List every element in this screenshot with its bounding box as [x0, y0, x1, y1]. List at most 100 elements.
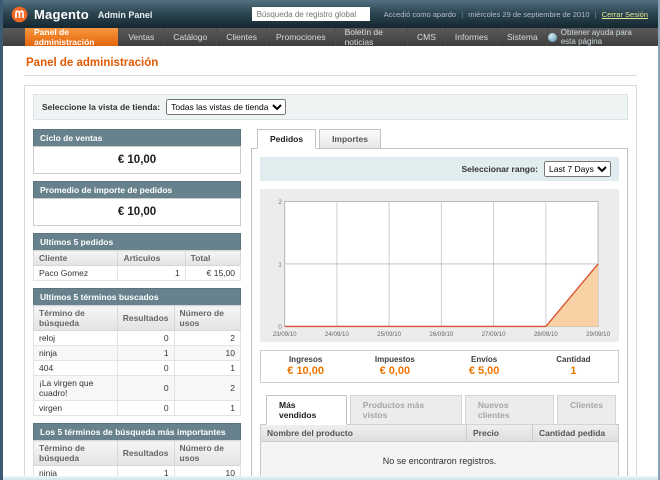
svg-text:28/09/10: 28/09/10	[534, 331, 558, 338]
total-label: Ingresos	[261, 355, 350, 364]
cell-term: 404	[34, 361, 118, 376]
table-row[interactable]: Paco Gomez 1 € 15,00	[34, 266, 241, 281]
cell-uses: 2	[174, 331, 240, 346]
cell-items: 1	[118, 266, 185, 281]
svg-text:25/09/10: 25/09/10	[377, 331, 401, 338]
range-label: Seleccionar rango:	[461, 164, 538, 174]
total-value: 1	[529, 365, 618, 377]
nav-item-newsletter[interactable]: Boletín de noticias	[336, 28, 408, 46]
col-header: Término de búsqueda	[34, 306, 118, 331]
last-orders-card: Ultimos 5 pedidos Cliente Articulos Tota…	[33, 233, 241, 281]
orders-chart-svg: 01223/09/1024/09/1025/09/1026/09/1027/09…	[266, 194, 613, 341]
total-value: € 5,00	[440, 365, 529, 377]
svg-text:0: 0	[278, 324, 282, 331]
cell-results: 0	[117, 376, 174, 401]
col-price: Precio	[466, 425, 532, 441]
tab-amounts[interactable]: Importes	[319, 129, 381, 149]
total-revenue: Ingresos € 10,00	[261, 355, 350, 377]
cell-term: ¡La virgen que cuadro!	[34, 376, 118, 401]
nav-item-sales[interactable]: Ventas	[119, 28, 164, 46]
empty-records-message: No se encontraron registros.	[261, 442, 618, 476]
last-orders-table: Cliente Articulos Total Paco Gomez 1 € 1…	[33, 250, 241, 281]
nav-item-catalog[interactable]: Catálogo	[164, 28, 217, 46]
logout-link[interactable]: Cerrar Sesión	[602, 10, 648, 19]
nav-item-system[interactable]: Sistema	[498, 28, 548, 46]
dashboard-container: Seleccione la vista de tienda: Todas las…	[24, 85, 637, 476]
page-frame: Magento Admin Panel Accedió como apardo …	[0, 0, 660, 480]
right-column: Pedidos Importes Seleccionar rango: Last…	[251, 129, 628, 476]
total-tax: Impuestos € 0,00	[350, 355, 439, 377]
svg-text:29/09/10: 29/09/10	[586, 331, 610, 338]
store-view-label: Seleccione la vista de tienda:	[42, 102, 160, 112]
tab-new-customers[interactable]: Nuevos clientes	[465, 395, 554, 425]
nav-item-promotions[interactable]: Promociones	[267, 28, 336, 46]
total-label: Envíos	[440, 355, 529, 364]
global-search-input[interactable]	[252, 7, 370, 21]
range-select[interactable]: Last 7 Days	[544, 161, 611, 177]
cell-uses: 10	[174, 466, 240, 477]
left-column: Ciclo de ventas € 10,00 Promedio de impo…	[33, 129, 241, 476]
total-label: Cantidad	[529, 355, 618, 364]
last-search-table: Término de búsqueda Resultados Número de…	[33, 305, 241, 416]
table-row[interactable]: reloj 0 2	[34, 331, 241, 346]
separator: |	[461, 10, 463, 19]
cell-results: 1	[117, 466, 174, 477]
col-header: Articulos	[118, 251, 185, 266]
get-help-link[interactable]: Obtener ayuda para esta página	[548, 28, 658, 46]
col-header: Resultados	[117, 306, 174, 331]
table-row[interactable]: ninja 1 10	[34, 346, 241, 361]
col-header: Término de búsqueda	[34, 441, 118, 466]
col-quantity: Cantidad pedida	[532, 425, 618, 441]
cell-customer: Paco Gomez	[34, 266, 118, 281]
top-search-card: Los 5 términos de búsqueda más important…	[33, 423, 241, 476]
col-header: Resultados	[117, 441, 174, 466]
tab-most-viewed[interactable]: Productos más vistos	[350, 395, 462, 425]
page-title: Panel de administración	[24, 54, 637, 76]
last-orders-title: Ultimos 5 pedidos	[33, 233, 241, 250]
content-area: Panel de administración Seleccione la vi…	[3, 46, 658, 476]
nav-item-cms[interactable]: CMS	[408, 28, 446, 46]
lifetime-sales-card: Ciclo de ventas € 10,00	[33, 129, 241, 174]
diagram-tabs: Pedidos Importes	[257, 129, 628, 149]
logged-in-text: Accedió como apardo	[384, 10, 457, 19]
table-row[interactable]: ninja 1 10	[34, 466, 241, 477]
table-row[interactable]: ¡La virgen que cuadro! 0 2	[34, 376, 241, 401]
nav-item-dashboard[interactable]: Panel de administración	[25, 28, 119, 46]
tab-customers[interactable]: Clientes	[557, 395, 616, 425]
svg-text:26/09/10: 26/09/10	[429, 331, 453, 338]
cell-term: reloj	[34, 331, 118, 346]
current-date: miércoles 29 de septiembre de 2010	[468, 10, 589, 19]
svg-text:24/09/10: 24/09/10	[325, 331, 349, 338]
col-header: Cliente	[34, 251, 118, 266]
top-search-table: Término de búsqueda Resultados Número de…	[33, 440, 241, 476]
col-header: Número de usos	[174, 441, 240, 466]
nav-item-reports[interactable]: Informes	[446, 28, 498, 46]
tab-orders[interactable]: Pedidos	[257, 129, 316, 149]
brand-suffix: Admin Panel	[98, 10, 153, 20]
grid-tabs: Más vendidos Productos más vistos Nuevos…	[266, 395, 619, 425]
cell-uses: 1	[174, 361, 240, 376]
cell-total: € 15,00	[185, 266, 240, 281]
cell-term: ninja	[34, 346, 118, 361]
help-label: Obtener ayuda para esta página	[561, 28, 646, 46]
main-nav: Panel de administración Ventas Catálogo …	[3, 28, 658, 46]
average-orders-value: € 10,00	[33, 198, 241, 226]
col-product-name: Nombre del producto	[261, 425, 466, 441]
svg-text:27/09/10: 27/09/10	[482, 331, 506, 338]
lifetime-sales-title: Ciclo de ventas	[33, 129, 241, 146]
tab-bestsellers[interactable]: Más vendidos	[266, 395, 347, 425]
range-bar: Seleccionar rango: Last 7 Days	[260, 157, 619, 181]
table-row[interactable]: 404 0 1	[34, 361, 241, 376]
header-bar: Magento Admin Panel Accedió como apardo …	[3, 0, 658, 28]
table-row[interactable]: virgen 0 1	[34, 401, 241, 416]
col-header: Número de usos	[174, 306, 240, 331]
store-view-select[interactable]: Todas las vistas de tienda	[166, 99, 286, 115]
totals-bar: Ingresos € 10,00 Impuestos € 0,00 Envíos…	[260, 350, 619, 383]
nav-item-customers[interactable]: Clientes	[217, 28, 267, 46]
cell-uses: 1	[174, 401, 240, 416]
total-shipping: Envíos € 5,00	[440, 355, 529, 377]
svg-text:23/09/10: 23/09/10	[273, 331, 297, 338]
total-value: € 0,00	[350, 365, 439, 377]
cell-uses: 2	[174, 376, 240, 401]
total-label: Impuestos	[350, 355, 439, 364]
